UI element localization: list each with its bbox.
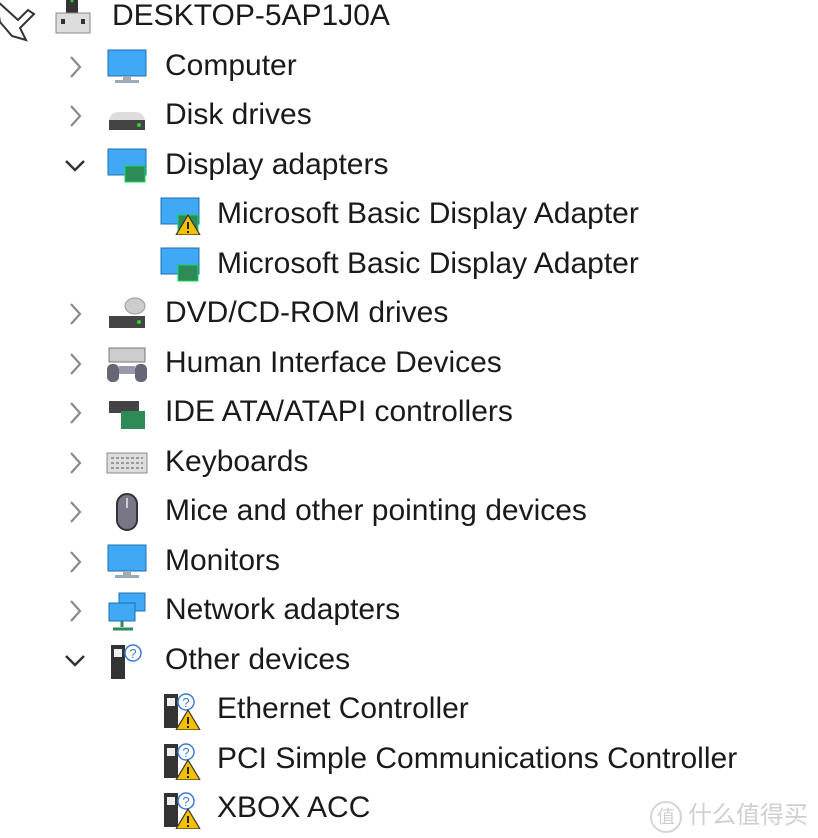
svg-text:?: ? — [129, 646, 136, 661]
tree-item-label: Display adapters — [165, 147, 389, 181]
svg-text:?: ? — [182, 794, 189, 809]
ide-controller-icon — [105, 393, 149, 433]
chevron-right-icon[interactable] — [60, 497, 90, 527]
display-adapter-icon — [105, 146, 149, 186]
tree-item-label: DVD/CD-ROM drives — [165, 296, 449, 329]
tree-item-label: Microsoft Basic Display Adapter — [217, 197, 639, 230]
network-adapter-icon — [105, 591, 149, 631]
tree-item-label: Monitors — [165, 543, 281, 577]
tree-item-label: IDE ATA/ATAPI controllers — [165, 395, 513, 428]
chevron-right-icon[interactable] — [60, 299, 90, 329]
monitor-icon — [105, 542, 149, 582]
tree-item[interactable]: Disk drives — [0, 91, 818, 141]
tree-item[interactable]: IDE ATA/ATAPI controllers — [0, 388, 818, 438]
unknown-device-warning-icon: ? — [158, 740, 202, 781]
unknown-device-warning-icon: ? — [158, 690, 202, 731]
tree-item[interactable]: Microsoft Basic Display Adapter — [0, 240, 818, 290]
chevron-right-icon[interactable] — [60, 596, 90, 626]
tree-item[interactable]: Human Interface Devices — [0, 339, 818, 389]
tree-item-label: Network adapters — [165, 593, 401, 626]
tree-item[interactable]: Display adapters — [0, 141, 818, 191]
display-adapter-icon — [158, 245, 202, 285]
chevron-down-icon[interactable] — [60, 646, 90, 676]
tree-item[interactable]: Computer — [0, 42, 818, 92]
svg-text:?: ? — [182, 695, 189, 710]
tree-item[interactable]: DVD/CD-ROM drives — [0, 289, 818, 339]
watermark: 值什么值得买 — [650, 795, 808, 833]
chevron-right-icon[interactable] — [60, 101, 90, 131]
monitor-icon — [105, 47, 149, 87]
tree-item[interactable]: Microsoft Basic Display Adapter — [0, 190, 818, 240]
tree-item[interactable]: ? Other devices — [0, 636, 818, 686]
tree-item-label: Human Interface Devices — [165, 345, 502, 379]
tree-item[interactable]: ? PCI Simple Communications Controller — [0, 735, 818, 785]
tree-item-label: Computer — [165, 48, 297, 82]
dvd-drive-icon — [105, 294, 149, 334]
tree-item-label: Microsoft Basic Display Adapter — [217, 246, 639, 280]
computer-tower-icon — [52, 0, 96, 37]
mouse-icon — [105, 492, 149, 532]
tree-item-label: Ethernet Controller — [217, 692, 469, 725]
chevron-right-icon[interactable] — [60, 52, 90, 82]
tree-item-label: Mice and other pointing devices — [165, 494, 587, 527]
tree-item-label: Other devices — [165, 642, 351, 676]
svg-text:?: ? — [182, 745, 189, 760]
watermark-text: 什么值得买 — [688, 802, 808, 829]
chevron-right-icon[interactable] — [60, 547, 90, 577]
tree-item-label: XBOX ACC — [217, 791, 371, 824]
unknown-device-warning-icon: ? — [158, 789, 202, 830]
tree-item-label: PCI Simple Communications Controller — [217, 741, 738, 775]
tree-item-label: Keyboards — [165, 444, 309, 478]
tree-root-label: DESKTOP-5AP1J0A — [112, 0, 390, 32]
tree-item[interactable]: ? Ethernet Controller — [0, 685, 818, 735]
display-adapter-warning-icon — [158, 195, 202, 236]
tree-item[interactable]: Network adapters — [0, 586, 818, 636]
tree-item-label: Disk drives — [165, 98, 312, 131]
chevron-right-icon[interactable] — [60, 448, 90, 478]
tree-root[interactable]: DESKTOP-5AP1J0A — [0, 0, 818, 42]
keyboard-icon — [105, 443, 149, 483]
unknown-device-icon: ? — [105, 641, 149, 681]
chevron-right-icon[interactable] — [60, 349, 90, 379]
chevron-right-icon[interactable] — [60, 398, 90, 428]
tree-item[interactable]: Mice and other pointing devices — [0, 487, 818, 537]
tree-item[interactable]: Keyboards — [0, 438, 818, 488]
chevron-down-icon[interactable] — [60, 151, 90, 181]
watermark-logo: 值 — [650, 800, 682, 833]
hid-icon — [105, 344, 149, 384]
tree-item[interactable]: Monitors — [0, 537, 818, 587]
disk-drive-icon — [105, 96, 149, 136]
